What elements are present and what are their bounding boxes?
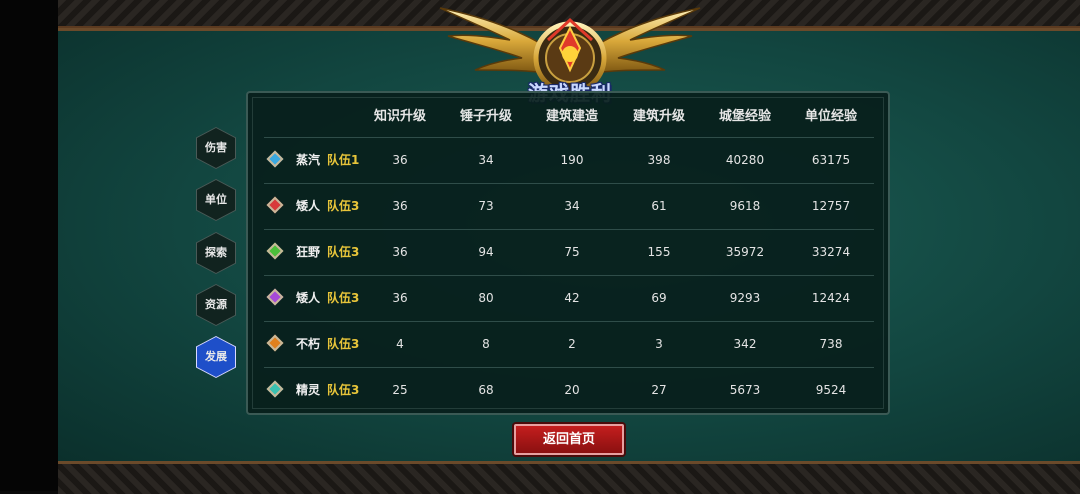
faction-gem-icon	[266, 150, 284, 168]
faction-gem-icon	[266, 380, 284, 398]
cell-hammer: 34	[478, 153, 494, 167]
cell-knowledge: 25	[392, 383, 408, 397]
faction-gem-icon	[266, 242, 284, 260]
race-name: 矮人	[296, 291, 321, 305]
table-row: 矮人 队伍3 36 73 34 61 9618 12757	[264, 183, 874, 230]
cell-knowledge: 4	[396, 337, 404, 351]
cell-unit-exp: 33274	[811, 245, 851, 259]
cell-unit-exp: 12424	[811, 291, 851, 305]
faction-gem-icon	[266, 196, 284, 214]
cell-hammer: 94	[478, 245, 494, 259]
table-row: 精灵 队伍3 25 68 20 27 5673 9524	[264, 367, 874, 414]
cell-knowledge: 36	[392, 199, 408, 213]
cell-build: 190	[560, 153, 584, 167]
cell-build: 20	[564, 383, 580, 397]
cell-castle-exp: 9293	[729, 291, 761, 305]
header-building-upgrade: 建筑升级	[632, 109, 685, 124]
team-label: 队伍3	[327, 337, 360, 351]
header-unit-exp: 单位经验	[804, 109, 857, 124]
header-castle-exp: 城堡经验	[718, 109, 771, 124]
cell-castle-exp: 9618	[729, 199, 761, 213]
header-knowledge: 知识升级	[373, 109, 426, 124]
cell-unit-exp: 63175	[811, 153, 851, 167]
race-name: 狂野	[296, 245, 321, 259]
table-header: 知识升级 锤子升级 建筑建造 建筑升级 城堡经验 单位经验	[264, 103, 874, 133]
team-label: 队伍3	[327, 291, 360, 305]
team-label: 队伍1	[327, 153, 360, 167]
left-margin	[0, 0, 58, 491]
cell-castle-exp: 35972	[725, 245, 765, 259]
cell-hammer: 68	[478, 383, 494, 397]
cell-unit-exp: 12757	[811, 199, 851, 213]
cell-unit-exp: 9524	[815, 383, 847, 397]
cell-knowledge: 36	[392, 153, 408, 167]
cell-build: 42	[564, 291, 580, 305]
faction-gem-icon	[266, 288, 284, 306]
cell-building-upgrade: 61	[651, 199, 667, 213]
header-build: 建筑建造	[545, 109, 598, 124]
cell-castle-exp: 5673	[729, 383, 761, 397]
bottom-border	[58, 461, 1080, 494]
cell-building-upgrade: 27	[651, 383, 667, 397]
table-row: 矮人 队伍3 36 80 42 69 9293 12424	[264, 275, 874, 322]
race-name: 不朽	[296, 337, 321, 351]
cell-unit-exp: 738	[819, 337, 843, 351]
team-label: 队伍3	[327, 245, 360, 259]
table-row: 狂野 队伍3 36 94 75 155 35972 33274	[264, 229, 874, 276]
table-row: 不朽 队伍3 4 8 2 3 342 738	[264, 321, 874, 368]
cell-knowledge: 36	[392, 245, 408, 259]
race-name: 精灵	[296, 383, 321, 397]
cell-build: 2	[568, 337, 576, 351]
header-hammer: 锤子升级	[459, 109, 512, 124]
cell-building-upgrade: 155	[647, 245, 671, 259]
return-home-button[interactable]: 返回首页	[514, 424, 624, 455]
cell-hammer: 80	[478, 291, 494, 305]
cell-castle-exp: 342	[733, 337, 757, 351]
cell-building-upgrade: 398	[647, 153, 671, 167]
cell-build: 75	[564, 245, 580, 259]
faction-gem-icon	[266, 334, 284, 352]
cell-building-upgrade: 69	[651, 291, 667, 305]
cell-build: 34	[564, 199, 580, 213]
team-label: 队伍3	[327, 199, 360, 213]
cell-hammer: 73	[478, 199, 494, 213]
race-name: 矮人	[296, 199, 321, 213]
team-label: 队伍3	[327, 383, 360, 397]
cell-castle-exp: 40280	[725, 153, 765, 167]
race-name: 蒸汽	[296, 153, 321, 167]
cell-knowledge: 36	[392, 291, 408, 305]
cell-building-upgrade: 3	[655, 337, 663, 351]
cell-hammer: 8	[482, 337, 490, 351]
table-row: 蒸汽 队伍1 36 34 190 398 40280 63175	[264, 137, 874, 184]
